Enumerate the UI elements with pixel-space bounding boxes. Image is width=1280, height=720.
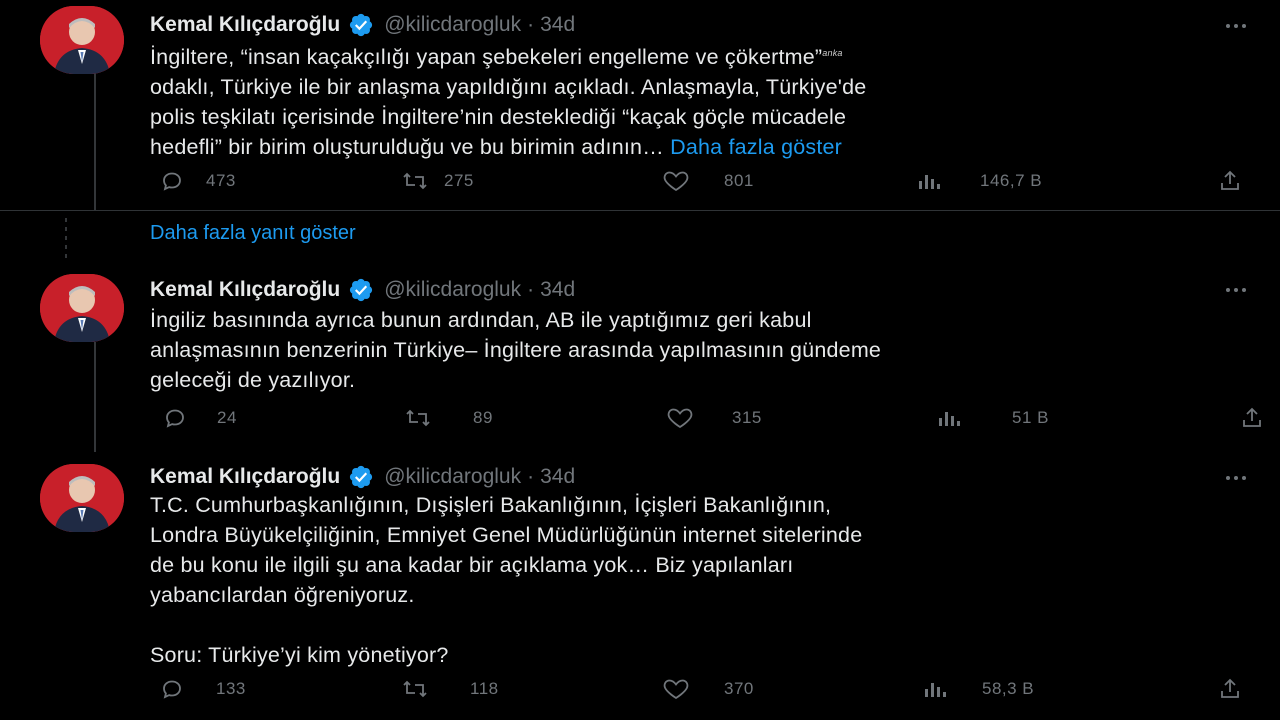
- tweet-text-line: Soru: Türkiye’yi kim yönetiyor?: [150, 643, 449, 667]
- analytics-icon: [936, 406, 962, 430]
- author-name[interactable]: Kemal Kılıçdaroğlu: [150, 465, 340, 489]
- view-count: 58,3 B: [982, 679, 1035, 698]
- retweet-button[interactable]: 275: [402, 166, 474, 196]
- tweet-text-line: T.C. Cumhurbaşkanlığının, Dışişleri Baka…: [150, 493, 832, 517]
- reply-count: 473: [206, 171, 236, 190]
- show-more-link[interactable]: Daha fazla göster: [670, 135, 842, 159]
- analytics-icon: [922, 677, 948, 701]
- share-button[interactable]: [1240, 403, 1264, 433]
- tweet-time[interactable]: 34d: [540, 13, 575, 37]
- thread-dots: [64, 218, 68, 258]
- like-button[interactable]: 315: [666, 403, 762, 433]
- tweet-text-line: geleceği de yazılıyor.: [150, 368, 356, 392]
- heart-icon: [666, 406, 694, 430]
- tweet-text-line: polis teşkilatı içerisinde İngiltere’nin…: [150, 105, 847, 130]
- tweet-text-line: [150, 610, 1210, 640]
- views-button[interactable]: 51 B: [936, 403, 1049, 433]
- reply-button[interactable]: 133: [160, 674, 246, 704]
- tweet-header: Kemal Kılıçdaroğlu @kilicdarogluk · 34d: [150, 10, 575, 40]
- share-icon: [1218, 677, 1242, 701]
- tweet-header: Kemal Kılıçdaroğlu @kilicdarogluk · 34d: [150, 275, 575, 305]
- author-handle[interactable]: @kilicdarogluk: [384, 465, 521, 489]
- retweet-count: 89: [473, 408, 493, 427]
- retweet-icon: [405, 406, 431, 430]
- separator-dot: ·: [527, 13, 535, 36]
- reply-icon: [160, 169, 184, 193]
- reply-button[interactable]: 24: [163, 403, 237, 433]
- author-handle[interactable]: @kilicdarogluk: [384, 278, 521, 302]
- tweet-1[interactable]: Kemal Kılıçdaroğlu @kilicdarogluk · 34d …: [0, 0, 1280, 210]
- views-button[interactable]: 146,7 B: [916, 166, 1042, 196]
- reply-icon: [163, 406, 187, 430]
- reply-button[interactable]: 473: [160, 166, 236, 196]
- verified-badge-icon: [348, 12, 374, 38]
- tweet-text-line: odaklı, Türkiye ile bir anlaşma yapıldığ…: [150, 75, 867, 100]
- avatar[interactable]: [40, 274, 124, 342]
- like-count: 315: [732, 408, 762, 427]
- retweet-button[interactable]: 89: [405, 403, 493, 433]
- author-handle[interactable]: @kilicdarogluk: [384, 13, 521, 37]
- tweet-text-line: Londra Büyükelçiliğinin, Emniyet Genel M…: [150, 523, 863, 547]
- author-name[interactable]: Kemal Kılıçdaroğlu: [150, 13, 340, 37]
- tweet-text-line: anlaşmasının benzerinin Türkiye– İngilte…: [150, 338, 882, 362]
- retweet-count: 118: [470, 679, 499, 698]
- share-icon: [1240, 406, 1264, 430]
- tweet-thread: Kemal Kılıçdaroğlu @kilicdarogluk · 34d …: [0, 0, 1280, 720]
- separator-dot: ·: [527, 278, 535, 301]
- analytics-icon: [916, 169, 942, 193]
- share-button[interactable]: [1218, 166, 1242, 196]
- tweet-header: Kemal Kılıçdaroğlu @kilicdarogluk · 34d: [150, 462, 575, 492]
- retweet-button[interactable]: 118: [402, 674, 499, 704]
- tweet-text-line: yabancılardan öğreniyoruz.: [150, 583, 415, 607]
- view-count: 146,7 B: [980, 171, 1043, 190]
- heart-icon: [662, 677, 690, 701]
- tweet-text: İngiliz basınında ayrıca bunun ardından,…: [150, 305, 1210, 395]
- tweet-time[interactable]: 34d: [540, 278, 575, 302]
- reply-count: 133: [216, 679, 246, 698]
- author-name[interactable]: Kemal Kılıçdaroğlu: [150, 278, 340, 302]
- tweet-actions: 133 118 370 58,3 B: [0, 674, 1280, 704]
- tweet-2[interactable]: Kemal Kılıçdaroğlu @kilicdarogluk · 34d …: [0, 260, 1280, 452]
- tweet-time[interactable]: 34d: [540, 465, 575, 489]
- divider: [0, 210, 1280, 211]
- tweet-actions: 24 89 315 51 B: [0, 403, 1280, 433]
- tweet-text-line: İngiliz basınında ayrıca bunun ardından,…: [150, 308, 812, 332]
- views-button[interactable]: 58,3 B: [922, 674, 1034, 704]
- watermark-text: anka: [822, 48, 843, 58]
- more-options-icon[interactable]: [1224, 278, 1248, 302]
- tweet-actions: 473 275 801 146,7 B: [0, 166, 1280, 196]
- tweet-text: İngiltere, “insan kaçakçılığı yapan şebe…: [150, 38, 1210, 162]
- share-button[interactable]: [1218, 674, 1242, 704]
- retweet-count: 275: [444, 171, 474, 190]
- tweet-3[interactable]: Kemal Kılıçdaroğlu @kilicdarogluk · 34d …: [0, 452, 1280, 720]
- more-options-icon[interactable]: [1224, 466, 1248, 490]
- tweet-text-line: hedefli” bir birim oluşturulduğu ve bu b…: [150, 135, 843, 160]
- like-button[interactable]: 370: [662, 674, 754, 704]
- share-icon: [1218, 169, 1242, 193]
- avatar[interactable]: [40, 464, 124, 532]
- view-count: 51 B: [1012, 408, 1049, 427]
- reply-count: 24: [217, 408, 237, 427]
- like-button[interactable]: 801: [662, 166, 754, 196]
- more-options-icon[interactable]: [1224, 14, 1248, 38]
- verified-badge-icon: [348, 277, 374, 303]
- retweet-icon: [402, 169, 428, 193]
- heart-icon: [662, 169, 690, 193]
- tweet-text: T.C. Cumhurbaşkanlığının, Dışişleri Baka…: [150, 490, 1210, 670]
- tweet-text-line: de bu konu ile ilgili şu ana kadar bir a…: [150, 553, 794, 577]
- avatar[interactable]: [40, 6, 124, 74]
- verified-badge-icon: [348, 464, 374, 490]
- like-count: 370: [724, 679, 754, 698]
- reply-icon: [160, 677, 184, 701]
- separator-dot: ·: [527, 465, 535, 488]
- like-count: 801: [724, 171, 754, 190]
- tweet-text-line: İngiltere, “insan kaçakçılığı yapan şebe…: [150, 45, 843, 70]
- thread-connector-line: [94, 342, 96, 452]
- show-more-replies-link[interactable]: Daha fazla yanıt göster: [150, 222, 356, 245]
- retweet-icon: [402, 677, 428, 701]
